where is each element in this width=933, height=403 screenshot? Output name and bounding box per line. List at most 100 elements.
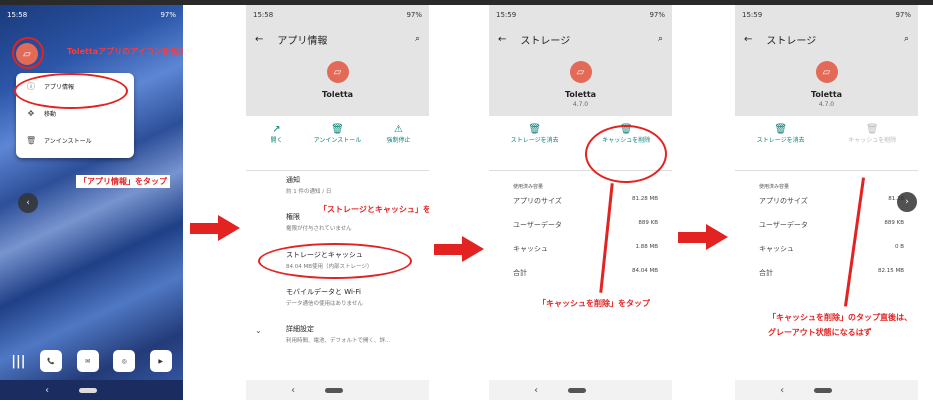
menu-item-uninstall[interactable]: 🗑 アンインストール — [16, 127, 134, 154]
usage-row: 合計 84.04 MB — [513, 268, 658, 278]
app-folder-4-icon[interactable]: ▶ — [149, 350, 172, 372]
home-pill-icon[interactable] — [79, 387, 98, 393]
arrow-right-icon — [434, 236, 484, 262]
app-name: Toletta — [321, 90, 354, 99]
clear-storage-button[interactable]: 🗑 ストレージを消去 — [746, 124, 816, 145]
usage-label: 合計 — [513, 269, 527, 277]
search-icon[interactable]: ⌕ — [904, 34, 909, 44]
usage-value: 0 B — [894, 244, 904, 250]
back-icon[interactable]: ‹ — [45, 385, 49, 396]
app-version: 4.7.0 — [572, 101, 589, 108]
app-drawer-icon[interactable]: ||| — [11, 354, 25, 369]
usage-label: ユーザーデータ — [759, 221, 808, 229]
item-sub: 約 1 件の通知 / 日 — [286, 189, 332, 195]
search-icon[interactable]: ⌕ — [658, 34, 663, 44]
item-title: 詳細設定 — [286, 325, 314, 333]
force-stop-label: 強制停止 — [386, 137, 411, 144]
nav-bar: ‹ — [0, 380, 183, 400]
status-bar: 15:58 97% — [246, 5, 429, 25]
app-name: Toletta — [810, 90, 843, 99]
nav-bar: ‹ — [489, 380, 672, 400]
back-arrow-icon[interactable]: ← — [498, 34, 506, 45]
item-sub: 利用時間、電池、デフォルトで開く、詳... — [286, 338, 391, 344]
scroll-left-icon[interactable]: ‹ — [18, 193, 38, 213]
toolbar: ← ストレージ ⌕ — [489, 25, 672, 53]
usage-row: アプリのサイズ 81.28 MB — [513, 196, 658, 206]
app-header: ▱ Toletta — [246, 61, 429, 99]
dock: ||| 📞 ✉ ◎ ▶ — [0, 342, 183, 380]
clear-cache-label: キャッシュを削除 — [848, 137, 897, 144]
app-folder-2-icon[interactable]: ✉ — [76, 350, 99, 372]
status-time: 15:59 — [496, 11, 517, 19]
instruction-grayout-line2: グレーアウト状態になるはず — [765, 326, 875, 339]
usage-row: 合計 82.15 MB — [759, 268, 904, 278]
open-button[interactable]: ↗ 開く — [251, 124, 303, 145]
trash-icon: 🗑 — [26, 136, 37, 145]
nav-bar: ‹ — [246, 380, 429, 400]
trash-icon: 🗑 — [528, 124, 542, 135]
chevron-down-icon[interactable]: ⌄ — [255, 326, 262, 335]
app-header: ▱ Toletta 4.7.0 — [735, 61, 918, 108]
usage-row: キャッシュ 1.88 MB — [513, 244, 658, 254]
item-notifications[interactable]: 通知約 1 件の通知 / 日 — [286, 175, 331, 195]
usage-label: ユーザーデータ — [513, 221, 562, 229]
app-folder-3-icon[interactable]: ◎ — [113, 350, 136, 372]
usage-value: 889 KB — [884, 220, 904, 226]
item-sub: データ通信の使用はありません — [286, 301, 363, 307]
uninstall-button[interactable]: 🗑 アンインストール — [312, 124, 364, 145]
page-title: アプリ情報 — [277, 35, 328, 47]
app-version: 4.7.0 — [818, 101, 835, 108]
page-title: ストレージ — [766, 35, 817, 47]
home-pill-icon[interactable] — [814, 387, 833, 393]
home-pill-icon[interactable] — [568, 387, 587, 393]
instruction-tap-storage: 「ストレージとキャッシュ」をタップ — [316, 203, 429, 216]
back-icon[interactable]: ‹ — [780, 385, 784, 396]
scroll-right-icon[interactable]: › — [897, 192, 917, 212]
search-icon[interactable]: ⌕ — [415, 34, 420, 44]
app-header: ▱ Toletta 4.7.0 — [489, 61, 672, 108]
item-mobile-data[interactable]: モバイルデータと Wi-Fi データ通信の使用はありません — [286, 287, 363, 307]
status-time: 15:59 — [742, 11, 763, 19]
usage-value: 81.28 MB — [631, 196, 658, 202]
instruction-tap-app-info: 「アプリ情報」をタップ — [76, 175, 170, 188]
usage-value: 84.04 MB — [631, 268, 658, 274]
clear-storage-button[interactable]: 🗑 ストレージを消去 — [500, 124, 570, 145]
usage-caption: 使用済み容量 — [513, 184, 544, 190]
trash-icon: 🗑 — [774, 124, 788, 135]
action-row: 🗑 ストレージを消去 🗑 キャッシュを削除 — [735, 116, 918, 171]
trash-icon: 🗑 — [331, 124, 344, 135]
toletta-app-icon: ▱ — [326, 61, 349, 83]
back-icon[interactable]: ‹ — [291, 385, 295, 396]
toletta-app-icon: ▱ — [569, 61, 592, 83]
toletta-app-icon: ▱ — [815, 61, 838, 83]
back-icon[interactable]: ‹ — [534, 385, 538, 396]
status-battery: 97% — [160, 11, 176, 19]
status-bar: 15:58 97% — [0, 5, 183, 25]
status-bar: 15:59 97% — [735, 5, 918, 25]
usage-caption: 使用済み容量 — [759, 184, 790, 190]
phone-storage: 15:59 97% ← ストレージ ⌕ ▱ Toletta 4.7.0 🗑 ストレ… — [489, 5, 672, 400]
usage-row: ユーザーデータ 889 KB — [513, 220, 658, 230]
page-title: ストレージ — [520, 35, 571, 47]
status-battery: 97% — [406, 11, 422, 19]
item-sub: 権限が付与されていません — [286, 226, 352, 232]
nav-bar: ‹ — [735, 380, 918, 400]
phone-storage-after: 15:59 97% ← ストレージ ⌕ ▱ Toletta 4.7.0 🗑 ストレ… — [735, 5, 918, 400]
open-icon: ↗ — [272, 124, 281, 135]
instruction-grayout-line1: 「キャッシュを削除」のタップ直後は、 — [765, 311, 915, 324]
item-advanced[interactable]: 詳細設定利用時間、電池、デフォルトで開く、詳... — [286, 324, 390, 344]
status-battery: 97% — [895, 11, 911, 19]
arrow-right-icon — [678, 224, 728, 250]
usage-value: 889 KB — [638, 220, 658, 226]
home-pill-icon[interactable] — [325, 387, 344, 393]
back-arrow-icon[interactable]: ← — [744, 34, 752, 45]
app-folder-1-icon[interactable]: 📞 — [40, 350, 63, 372]
back-arrow-icon[interactable]: ← — [255, 34, 263, 45]
status-time: 15:58 — [7, 11, 28, 19]
app-name: Toletta — [564, 90, 597, 99]
highlight-oval-icon — [585, 125, 667, 183]
item-title: モバイルデータと Wi-Fi — [286, 288, 361, 296]
force-stop-button[interactable]: ⚠ 強制停止 — [373, 125, 425, 145]
usage-label: アプリのサイズ — [513, 197, 562, 205]
instruction-longpress: Tolettaアプリのアイコンを長押しする — [67, 47, 183, 56]
